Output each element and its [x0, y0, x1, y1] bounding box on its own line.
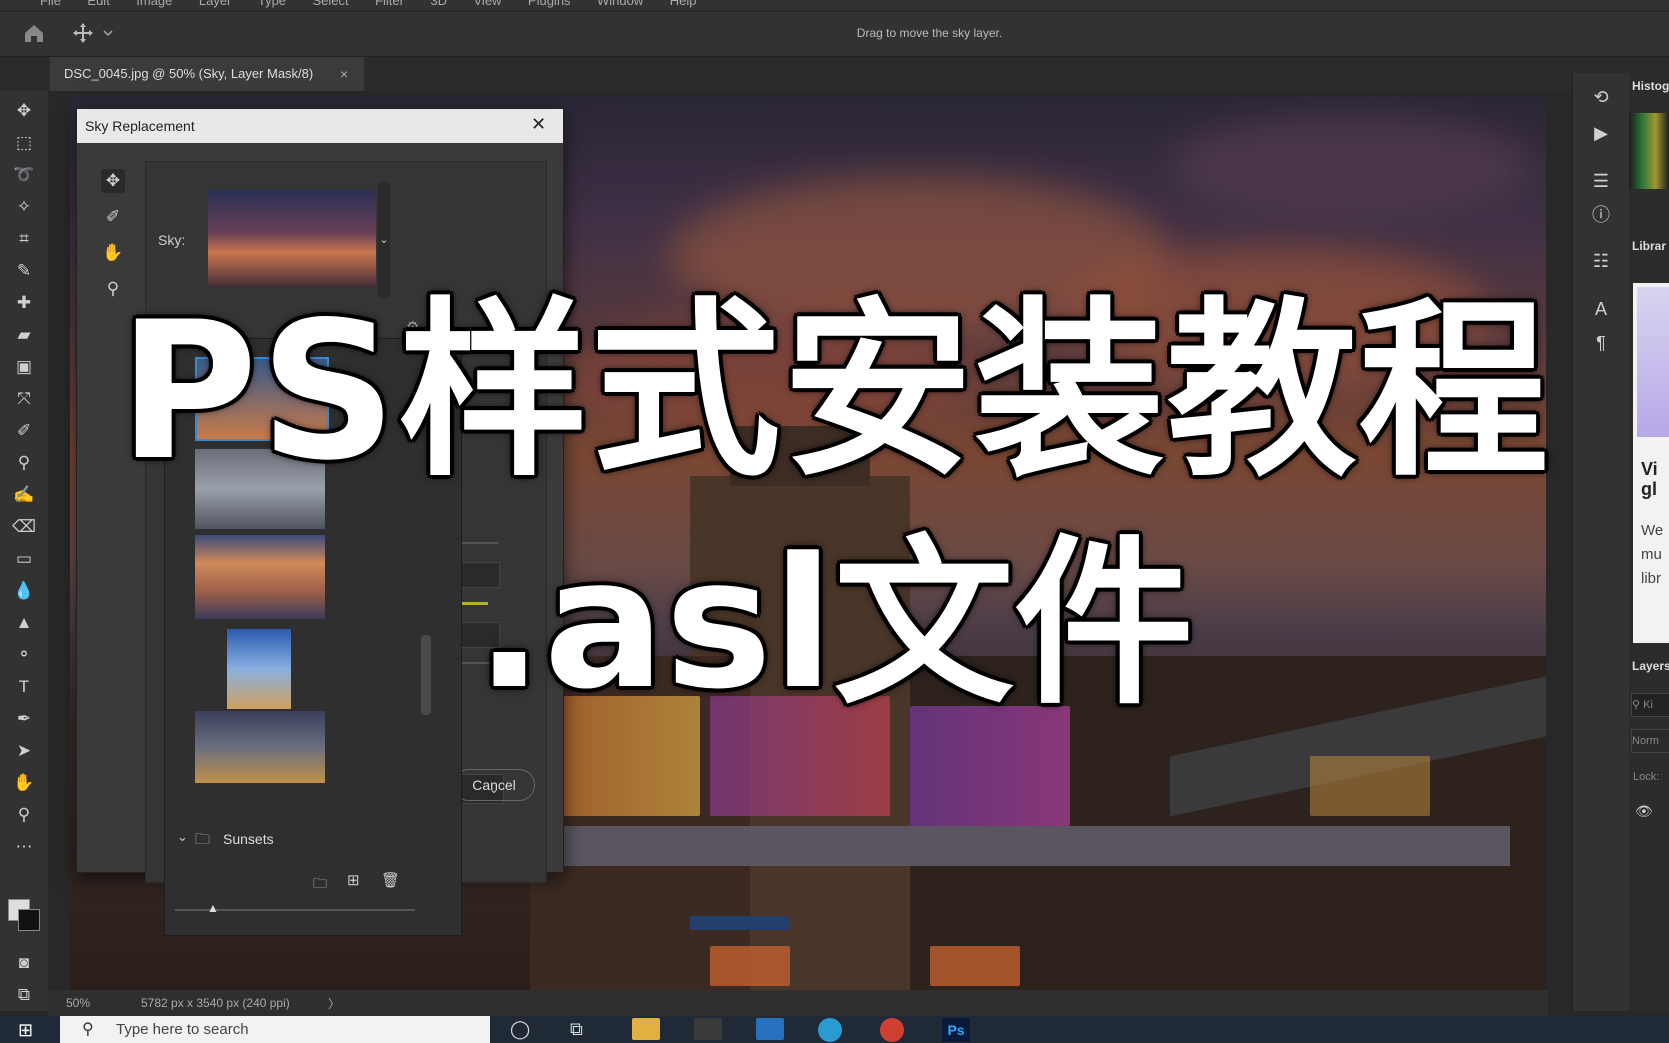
eyedropper-icon[interactable]: ✎ [12, 259, 36, 283]
eye-visibility-icon[interactable]: 👁 [1635, 803, 1653, 820]
add-preset-icon[interactable]: ⊞ [347, 871, 360, 889]
menu-image[interactable]: Image [136, 0, 172, 8]
taskbar-search-placeholder: Type here to search [116, 1021, 249, 1038]
close-icon[interactable]: × [340, 66, 348, 82]
menu-file[interactable]: File [40, 0, 61, 8]
lock-label: Lock: [1633, 771, 1660, 783]
briefcase-icon[interactable] [694, 1018, 722, 1040]
quick-mask-icon[interactable]: ◙ [12, 951, 36, 975]
taskbar-search-box[interactable]: ⚲ Type here to search [60, 1016, 490, 1043]
sky-preset-thumbnail[interactable] [195, 711, 325, 783]
menu-bar: File Edit Image Layer Type Select Filter… [0, 0, 1669, 10]
zoom-level[interactable]: 50% [66, 996, 90, 1010]
trash-icon[interactable]: 🗑 [381, 871, 400, 889]
move-icon[interactable]: ✥ [12, 99, 36, 123]
hand-icon[interactable]: ✋ [12, 771, 36, 795]
menu-layer[interactable]: Layer [199, 0, 232, 8]
document-tab-title: DSC_0045.jpg @ 50% (Sky, Layer Mask/8) [64, 66, 314, 81]
menu-help[interactable]: Help [670, 0, 697, 8]
status-bar: 50% 5782 px x 3540 px (240 ppi) 〉 [48, 990, 1548, 1016]
actions-play-icon[interactable]: ▶ [1589, 121, 1613, 145]
cancel-button[interactable]: Cancel [453, 769, 535, 801]
magic-wand-icon[interactable]: ✧ [12, 195, 36, 219]
slider-handle-icon[interactable]: ▲ [207, 901, 219, 915]
chevron-right-icon[interactable]: 〉 [328, 995, 340, 1012]
options-bar: Drag to move the sky layer. [0, 12, 1669, 57]
overlay-title-line-1: PS样式安装教程 [118, 281, 1551, 502]
menu-type[interactable]: Type [258, 0, 286, 8]
photoshop-icon[interactable]: Ps [942, 1018, 970, 1042]
properties-icon[interactable]: ☷ [1589, 249, 1613, 273]
folder-icon: 🗀 [195, 831, 211, 848]
menu-3d[interactable]: 3D [430, 0, 447, 8]
sky-move-icon[interactable]: ✥ [101, 169, 125, 193]
menu-edit[interactable]: Edit [87, 0, 109, 8]
sky-label: Sky: [158, 232, 186, 248]
mail-icon[interactable] [756, 1018, 784, 1040]
dialog-title-bar[interactable]: Sky Replacement ✕ [77, 109, 563, 143]
close-icon[interactable]: ✕ [531, 114, 546, 135]
file-explorer-icon[interactable] [632, 1018, 660, 1040]
menu-filter[interactable]: Filter [375, 0, 404, 8]
menu-select[interactable]: Select [312, 0, 348, 8]
crop-icon[interactable]: ⌗ [12, 227, 36, 251]
options-hint: Drag to move the sky layer. [856, 26, 1003, 40]
sky-brush-icon[interactable]: ✐ [101, 205, 125, 229]
search-icon: ⚲ [82, 1021, 94, 1038]
preset-folder-sunsets[interactable]: ⌄ 🗀 Sunsets [165, 823, 415, 855]
edge-icon[interactable] [818, 1018, 842, 1042]
task-view-search-icon[interactable]: ◯ [510, 1019, 530, 1040]
task-view-icon[interactable]: ⧉ [570, 1019, 583, 1040]
zoom-icon[interactable]: ⚲ [12, 803, 36, 827]
folder-label: Sunsets [223, 831, 274, 847]
document-tab[interactable]: DSC_0045.jpg @ 50% (Sky, Layer Mask/8) × [50, 57, 364, 91]
new-folder-icon[interactable]: 🗀 [313, 873, 327, 897]
histogram-graph [1629, 113, 1669, 189]
dialog-title: Sky Replacement [85, 118, 195, 134]
more-tools-icon[interactable]: ⋯ [12, 835, 36, 859]
menu-view[interactable]: View [474, 0, 502, 8]
history-icon[interactable]: ⟲ [1589, 85, 1613, 109]
screen-mode-icon[interactable]: ⧉ [12, 983, 36, 1007]
lasso-icon[interactable]: ➰ [12, 163, 36, 187]
adjustments-icon[interactable]: ☰ [1589, 169, 1613, 193]
chrome-icon[interactable] [880, 1018, 904, 1042]
background-color-swatch[interactable] [18, 909, 40, 931]
blend-mode-select[interactable]: Norm [1631, 729, 1669, 753]
info-icon[interactable]: ⓘ [1589, 203, 1613, 227]
hand-icon[interactable]: ✋ [101, 241, 125, 265]
marquee-icon[interactable]: ⬚ [12, 131, 36, 155]
histogram-panel-title[interactable]: Histog [1632, 79, 1669, 93]
document-info: 5782 px x 3540 px (240 ppi) [141, 996, 290, 1010]
overlay-title-line-2: .asl文件 [475, 520, 1194, 729]
sky-preview-thumbnail[interactable] [208, 190, 376, 286]
menu-window[interactable]: Window [597, 0, 643, 8]
chevron-down-icon: ⌄ [177, 829, 188, 844]
windows-start-icon[interactable]: ⊞ [18, 1020, 33, 1041]
path-select-icon[interactable]: ➤ [12, 739, 36, 763]
menu-plugins[interactable]: Plugins [528, 0, 571, 8]
libraries-panel-title[interactable]: Librar [1632, 239, 1666, 253]
